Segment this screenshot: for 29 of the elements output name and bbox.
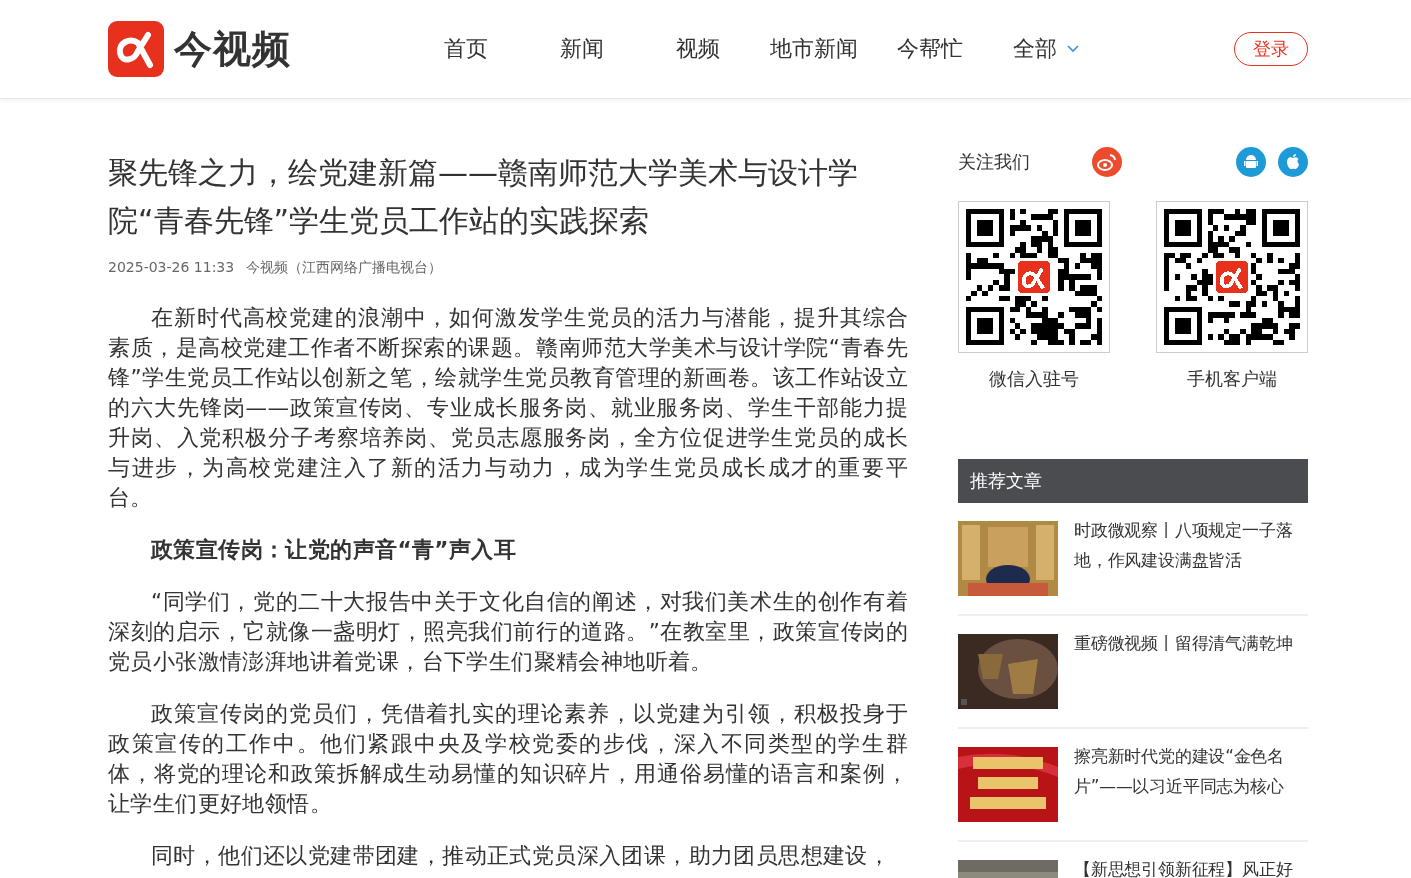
article-paragraph: 在新时代高校党建的浪潮中，如何激发学生党员的活力与潜能，提升其综合素质，是高校党建工作者不断探索的课题。赣南师范大学美术与设计学院“青春先锋”学生党员工作站以创新之笔，绘就学生党员教育管理的新画卷。该工作站设立的六大先锋岗——政策宣传岗、专业成长服务岗、就业服务岗、学生干部能力提升岗、入党积极分子考察培养岗、党员志愿服务岗，全方位促进学生党员的成长与进步，为高校党建注入了新的活力与动力，成为学生党员成长成才的重要平台。	[108, 304, 908, 512]
nav-link[interactable]: 首页	[408, 34, 524, 64]
article-link[interactable]: 【新思想引领新征程】风正好	[1074, 854, 1293, 878]
qr-caption: 手机客户端	[1187, 367, 1277, 391]
article-paragraph: 政策宣传岗的党员们，凭借着扎实的理论素养，以党建为引领，积极投身于政策宣传的工作中。他们紧跟中央及学校党委的步伐，深入不同类型的学生群体，将党的理论和政策拆解成生动易懂的知识碎片，用通俗易懂的语言和案例，让学生们更好地领悟。	[108, 700, 908, 818]
section-header: 推荐文章	[958, 459, 1308, 503]
weibo-icon[interactable]	[1092, 147, 1122, 177]
follow-title: 关注我们	[958, 150, 1030, 174]
publish-date: 2025-03-26 11:33	[108, 259, 235, 277]
chevron-down-icon	[1067, 45, 1079, 53]
logo-icon[interactable]	[108, 21, 164, 77]
article-link[interactable]: 时政微观察丨八项规定一子落地，作风建设满盘皆活	[1074, 515, 1308, 596]
login-button[interactable]: 登录	[1234, 32, 1308, 66]
qr-caption: 微信入驻号	[989, 367, 1079, 391]
article-link[interactable]: 擦亮新时代党的建设“金色名片”——以习近平同志为核心	[1074, 741, 1308, 822]
nav-link[interactable]: 视频	[640, 34, 756, 64]
article-title: 聚先锋之力，绘党建新篇——赣南师范大学美术与设计学院“青春先锋”学生党员工作站的实践探索	[108, 154, 859, 240]
apple-icon[interactable]	[1278, 147, 1308, 177]
logo-text[interactable]: 今视频	[174, 23, 291, 75]
nav-link[interactable]: 今帮忙	[872, 34, 988, 64]
nav-link[interactable]: 新闻	[524, 34, 640, 64]
article-paragraph: “同学们，党的二十大报告中关于文化自信的阐述，对我们美术生的创作有着深刻的启示，它就像一盏明灯，照亮我们前行的道路。”在教室里，政策宣传岗的党员小张激情澎湃地讲着党课，台下学生们聚精会神地听着。	[108, 588, 908, 676]
article-link[interactable]: 重磅微视频丨留得清气满乾坤	[1074, 628, 1293, 709]
section-heading: 政策宣传岗：让党的声音“青”声入耳	[149, 536, 518, 564]
nav-link[interactable]: 全部	[988, 34, 1104, 64]
nav-link[interactable]: 地市新闻	[756, 34, 872, 64]
android-icon[interactable]	[1236, 147, 1266, 177]
article-paragraph: 同时，他们还以党建带团建，推动正式党员深入团课，助力团员思想建设，	[150, 842, 892, 870]
article-source: 今视频（江西网络广播电视台）	[246, 259, 443, 277]
